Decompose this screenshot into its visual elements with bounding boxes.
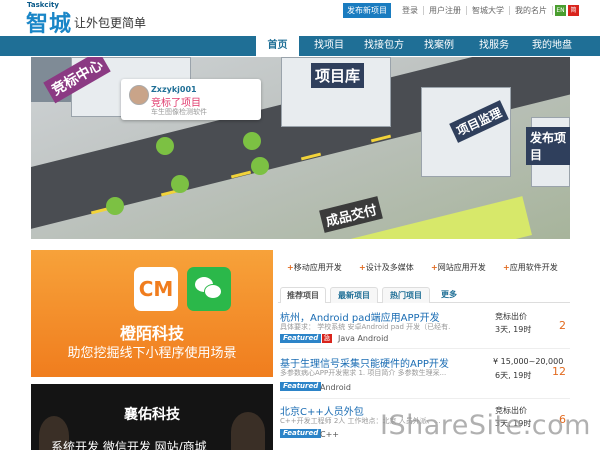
top-links: 发布新项目 登录 用户注册 智城大学 我的名片 EN 简	[343, 3, 579, 18]
project-row[interactable]: 基于生理信号采集只能硬件的APP开发 多参数病心APP开发需求 1. 项目简介 …	[280, 355, 570, 399]
chengmo-logo-icon: CM	[134, 267, 178, 311]
project-price: 竞标出价	[495, 312, 527, 321]
featured-badge: Featured	[280, 334, 322, 343]
main-nav: 首页 找项目 找接包方 找案例 找服务 我的地盘	[0, 36, 600, 56]
wechat-icon	[187, 267, 231, 311]
lang-cn-button[interactable]: 简	[568, 5, 579, 16]
watermark: IShareSite.com	[380, 410, 591, 441]
sign-publish: 发布项目	[526, 127, 570, 165]
urgent-badge: 急	[322, 334, 332, 343]
hero-banner[interactable]: 竞标中心 项目库 项目监理 成品交付 发布项目	[31, 57, 570, 239]
publish-project-button[interactable]: 发布新项目	[343, 3, 391, 18]
category-software[interactable]: +应用软件开发	[503, 262, 558, 273]
avatar	[129, 85, 149, 105]
lang-en-button[interactable]: EN	[555, 5, 566, 16]
category-web[interactable]: +网站应用开发	[431, 262, 486, 273]
nav-find-project[interactable]: 找项目	[305, 36, 353, 56]
nav-find-contractor[interactable]: 找接包方	[358, 36, 410, 56]
tab-hot[interactable]: 热门项目	[382, 287, 430, 303]
popup-project: 车生图像检测软件	[151, 108, 207, 116]
tree	[156, 137, 174, 155]
bid-count: 12	[552, 365, 566, 378]
tree	[106, 197, 124, 215]
my-card-link[interactable]: 我的名片	[510, 6, 553, 15]
register-link[interactable]: 用户注册	[424, 6, 467, 15]
sign-project-library: 项目库	[311, 63, 365, 88]
project-tabs: 推荐项目 最新项目 热门项目 更多	[278, 287, 570, 303]
bid-notification-popup[interactable]: Zxzykj001 竞标了项目 车生图像检测软件	[121, 79, 261, 120]
promo-card-chengmo[interactable]: CM 橙陌科技 助您挖掘线下小程序使用场景	[31, 250, 273, 377]
bid-count: 2	[559, 319, 566, 332]
project-desc: 多参数病心APP开发需求 1. 项目简介 多参数生理采...	[280, 369, 447, 377]
divider	[280, 398, 570, 399]
category-mobile[interactable]: +移动应用开发	[287, 262, 342, 273]
promo-title: 橙陌科技	[119, 324, 184, 343]
nav-my-space[interactable]: 我的地盘	[522, 36, 582, 56]
tree	[251, 157, 269, 175]
nav-find-service[interactable]: 找服务	[470, 36, 518, 56]
nav-find-case[interactable]: 找案例	[415, 36, 463, 56]
nav-home[interactable]: 首页	[256, 36, 299, 56]
project-tags: Java Android	[338, 334, 389, 343]
project-time-left: 6天, 19时	[495, 371, 532, 380]
project-row[interactable]: 杭州，Android pad端应用APP开发 具体要求： 学校系统 安卓Andr…	[280, 309, 570, 349]
category-design[interactable]: +设计及多媒体	[359, 262, 414, 273]
promo-subtitle: 助您挖掘线下小程序使用场景	[67, 346, 237, 361]
header: Taskcity 智城 让外包更简单 发布新项目 登录 用户注册 智城大学 我的…	[0, 0, 600, 38]
slogan: 让外包更简单	[74, 16, 147, 30]
tree	[243, 132, 261, 150]
promo-title: 襄佑科技	[124, 407, 180, 423]
tab-recommended[interactable]: 推荐项目	[280, 287, 326, 303]
project-tags: Android	[320, 383, 351, 392]
site-logo[interactable]: 智城	[26, 6, 72, 38]
tab-more[interactable]: 更多	[434, 287, 464, 303]
tree	[171, 175, 189, 193]
featured-badge: Featured	[280, 429, 322, 438]
promo-subtitle: 系统开发 微信开发 网站/商城	[51, 440, 207, 450]
divider	[280, 348, 570, 349]
tab-latest[interactable]: 最新项目	[330, 287, 378, 303]
login-link[interactable]: 登录	[397, 6, 424, 15]
popup-username: Zxzykj001	[151, 85, 197, 94]
university-link[interactable]: 智城大学	[467, 6, 510, 15]
project-tags: C++	[320, 430, 339, 439]
project-desc: 具体要求： 学校系统 安卓Android pad 开发（已经有...	[280, 323, 450, 331]
featured-badge: Featured	[280, 382, 322, 391]
project-time-left: 3天, 19时	[495, 325, 532, 334]
promo-card-xiangyou[interactable]: 襄佑科技 系统开发 微信开发 网站/商城	[31, 384, 273, 450]
